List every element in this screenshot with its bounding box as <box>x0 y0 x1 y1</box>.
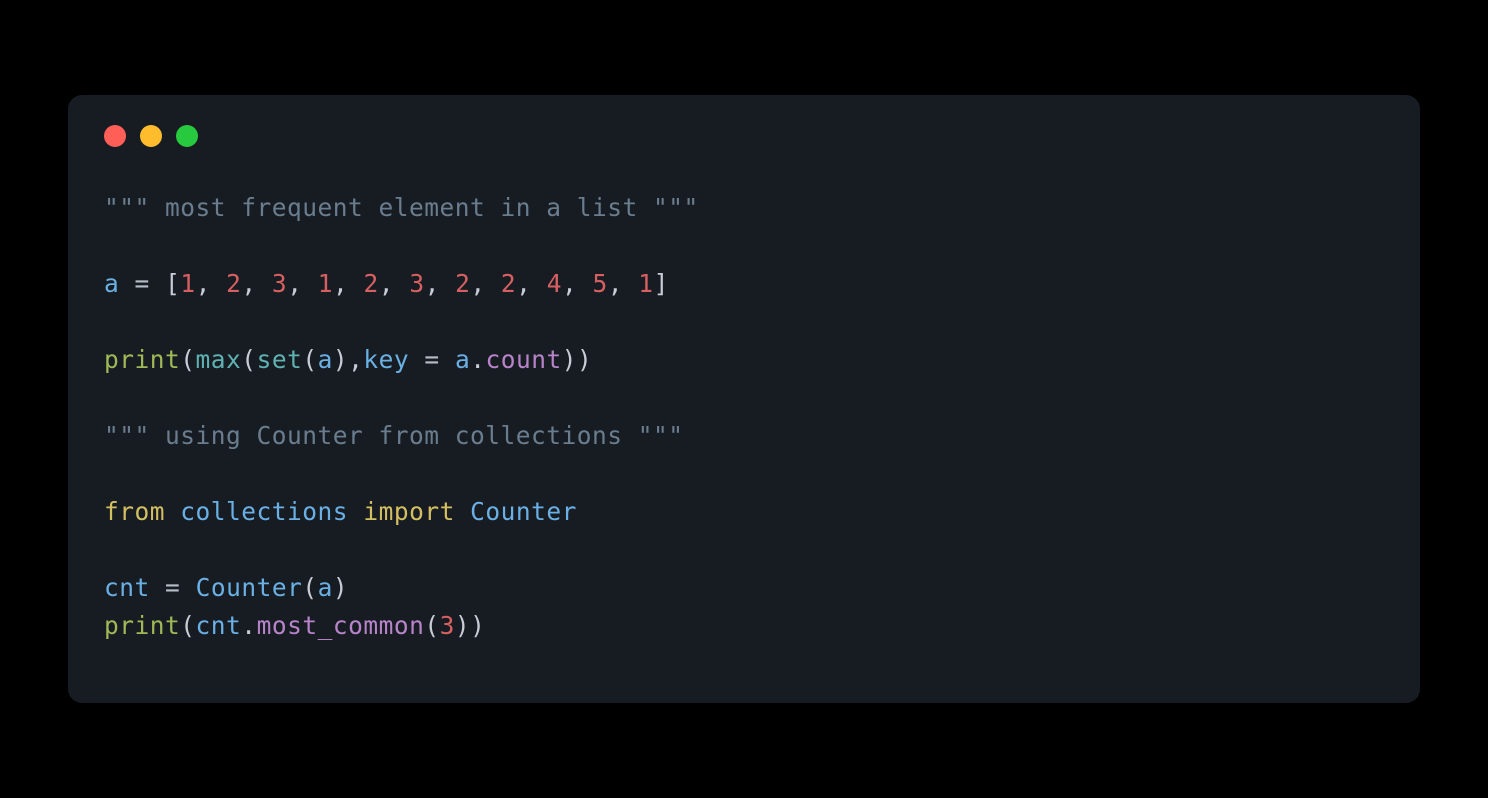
fn-max: max <box>196 345 242 374</box>
num: 2 <box>364 269 379 298</box>
paren: ) <box>577 345 592 374</box>
paren: ) <box>333 345 348 374</box>
assign-op: = <box>135 269 150 298</box>
bracket-open: [ <box>165 269 180 298</box>
variable-cnt: cnt <box>104 573 150 602</box>
num: 2 <box>226 269 241 298</box>
assign-op: = <box>165 573 180 602</box>
paren: ( <box>424 611 439 640</box>
num: 1 <box>318 269 333 298</box>
variable-a: a <box>318 573 333 602</box>
num: 4 <box>547 269 562 298</box>
comma: , <box>241 269 256 298</box>
comma: , <box>196 269 211 298</box>
comma: , <box>608 269 623 298</box>
num: 3 <box>272 269 287 298</box>
num: 1 <box>638 269 653 298</box>
window-traffic-lights <box>104 125 1384 147</box>
code-block: """ most frequent element in a list """ … <box>104 189 1384 645</box>
num: 3 <box>440 611 455 640</box>
paren: ( <box>180 611 195 640</box>
close-icon[interactable] <box>104 125 126 147</box>
paren: ( <box>180 345 195 374</box>
class-counter: Counter <box>470 497 577 526</box>
docstring-close: """ <box>653 193 699 222</box>
num: 3 <box>409 269 424 298</box>
code-window: """ most frequent element in a list """ … <box>68 95 1420 703</box>
variable-cnt: cnt <box>196 611 242 640</box>
comma: , <box>287 269 302 298</box>
docstring-close: """ <box>638 421 684 450</box>
docstring-text: using Counter from collections <box>150 421 638 450</box>
dot: . <box>470 345 485 374</box>
module-collections: collections <box>180 497 348 526</box>
paren: ) <box>470 611 485 640</box>
comma: , <box>470 269 485 298</box>
zoom-icon[interactable] <box>176 125 198 147</box>
method-most-common: most_common <box>257 611 425 640</box>
paren: ) <box>455 611 470 640</box>
paren: ( <box>241 345 256 374</box>
variable-a: a <box>455 345 470 374</box>
docstring-open: """ <box>104 421 150 450</box>
paren: ) <box>333 573 348 602</box>
comma: , <box>379 269 394 298</box>
variable-a: a <box>318 345 333 374</box>
dot: . <box>241 611 256 640</box>
bracket-close: ] <box>654 269 669 298</box>
num: 5 <box>593 269 608 298</box>
comma: , <box>425 269 440 298</box>
kw-import: import <box>363 497 455 526</box>
num: 2 <box>455 269 470 298</box>
comma: , <box>348 345 363 374</box>
paren: ( <box>302 345 317 374</box>
fn-set: set <box>257 345 303 374</box>
method-count: count <box>485 345 561 374</box>
comma: , <box>562 269 577 298</box>
kwarg-key: key <box>363 345 409 374</box>
minimize-icon[interactable] <box>140 125 162 147</box>
fn-print: print <box>104 611 180 640</box>
docstring-text: most frequent element in a list <box>150 193 653 222</box>
kw-from: from <box>104 497 165 526</box>
paren: ) <box>562 345 577 374</box>
paren: ( <box>302 573 317 602</box>
class-counter: Counter <box>196 573 303 602</box>
variable-a: a <box>104 269 119 298</box>
num: 2 <box>501 269 516 298</box>
comma: , <box>516 269 531 298</box>
assign-op: = <box>424 345 439 374</box>
comma: , <box>333 269 348 298</box>
fn-print: print <box>104 345 180 374</box>
docstring-open: """ <box>104 193 150 222</box>
num: 1 <box>180 269 195 298</box>
